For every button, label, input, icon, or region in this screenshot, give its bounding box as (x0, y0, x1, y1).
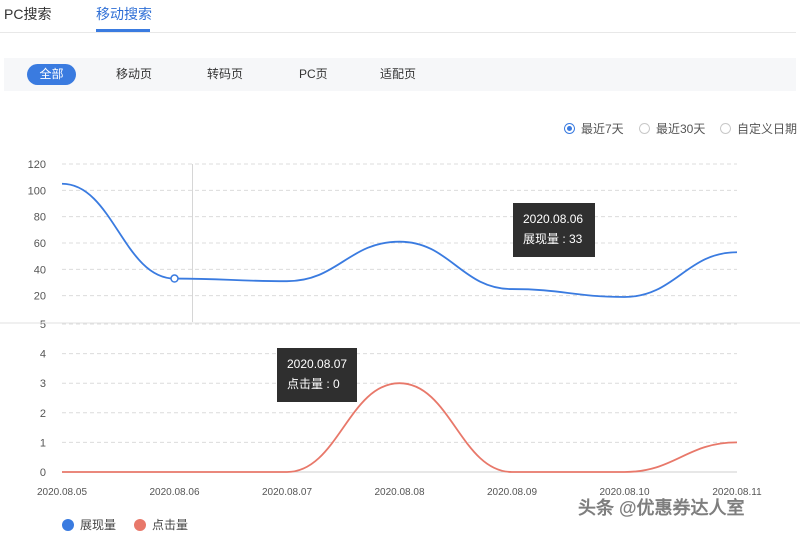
y-tick-label-top: 60 (34, 238, 46, 250)
y-tick-label-bottom: 3 (40, 378, 46, 390)
trend-chart[interactable]: 20 40 60 80 100 120 0 1 2 3 4 5 2020.08.05 2020.08.06… (0, 150, 800, 512)
range-last-30-days[interactable]: 最近30天 (639, 120, 705, 137)
filter-all[interactable]: 全部 (27, 64, 76, 85)
legend-clicks[interactable]: 点击量 (134, 516, 188, 533)
filter-adapted-page[interactable]: 适配页 (380, 64, 416, 85)
x-tick-label: 2020.08.05 (37, 487, 87, 498)
tooltip-clicks: 2020.08.07 点击量 : 0 (277, 348, 357, 402)
impressions-curve (62, 184, 737, 297)
range-last-7-days[interactable]: 最近7天 (564, 120, 624, 137)
legend-label: 点击量 (152, 516, 188, 533)
legend-label: 展现量 (80, 516, 116, 533)
y-tick-label-top: 120 (28, 159, 46, 171)
filter-mobile-page[interactable]: 移动页 (116, 64, 152, 85)
y-tick-label-top: 40 (34, 264, 46, 276)
range-label: 最近30天 (656, 120, 705, 137)
tooltip-date: 2020.08.07 (287, 354, 347, 374)
y-tick-label-bottom: 1 (40, 437, 46, 449)
tooltip-value: 点击量 : 0 (287, 374, 347, 394)
active-tab-underline (96, 29, 150, 32)
y-tick-label-bottom: 4 (40, 349, 46, 361)
y-tick-label-top: 20 (34, 291, 46, 303)
search-type-tabs: PC搜索 移动搜索 (0, 0, 796, 33)
legend-dot-icon (62, 519, 74, 531)
page-type-filter-bar: 全部 移动页 转码页 PC页 适配页 (4, 58, 796, 91)
y-tick-label-top: 100 (28, 185, 46, 197)
y-tick-label-top: 80 (34, 212, 46, 224)
tab-mobile-search[interactable]: 移动搜索 (96, 4, 152, 24)
hover-point-marker (171, 275, 178, 282)
y-tick-label-bottom: 5 (40, 319, 46, 331)
legend-impressions[interactable]: 展现量 (62, 516, 116, 533)
tab-pc-search[interactable]: PC搜索 (4, 4, 51, 24)
tooltip-date: 2020.08.06 (523, 209, 585, 229)
range-label: 自定义日期 (737, 120, 797, 137)
radio-unchecked-icon (720, 123, 731, 134)
range-label: 最近7天 (581, 120, 624, 137)
filter-pc-page[interactable]: PC页 (299, 64, 328, 85)
filter-transcoded-page[interactable]: 转码页 (207, 64, 243, 85)
x-tick-label: 2020.08.07 (262, 487, 312, 498)
x-tick-label: 2020.08.08 (374, 487, 424, 498)
radio-checked-icon (564, 123, 575, 134)
range-custom-date[interactable]: 自定义日期 (720, 120, 797, 137)
radio-unchecked-icon (639, 123, 650, 134)
y-tick-label-bottom: 2 (40, 408, 46, 420)
y-tick-label-bottom: 0 (40, 467, 46, 479)
clicks-curve (62, 383, 737, 472)
watermark: 头条 @优惠券达人室 (578, 494, 745, 520)
tooltip-value: 展现量 : 33 (523, 229, 585, 249)
x-tick-label: 2020.08.09 (487, 487, 537, 498)
legend-dot-icon (134, 519, 146, 531)
tooltip-impressions: 2020.08.06 展现量 : 33 (513, 203, 595, 257)
x-tick-label: 2020.08.06 (149, 487, 199, 498)
